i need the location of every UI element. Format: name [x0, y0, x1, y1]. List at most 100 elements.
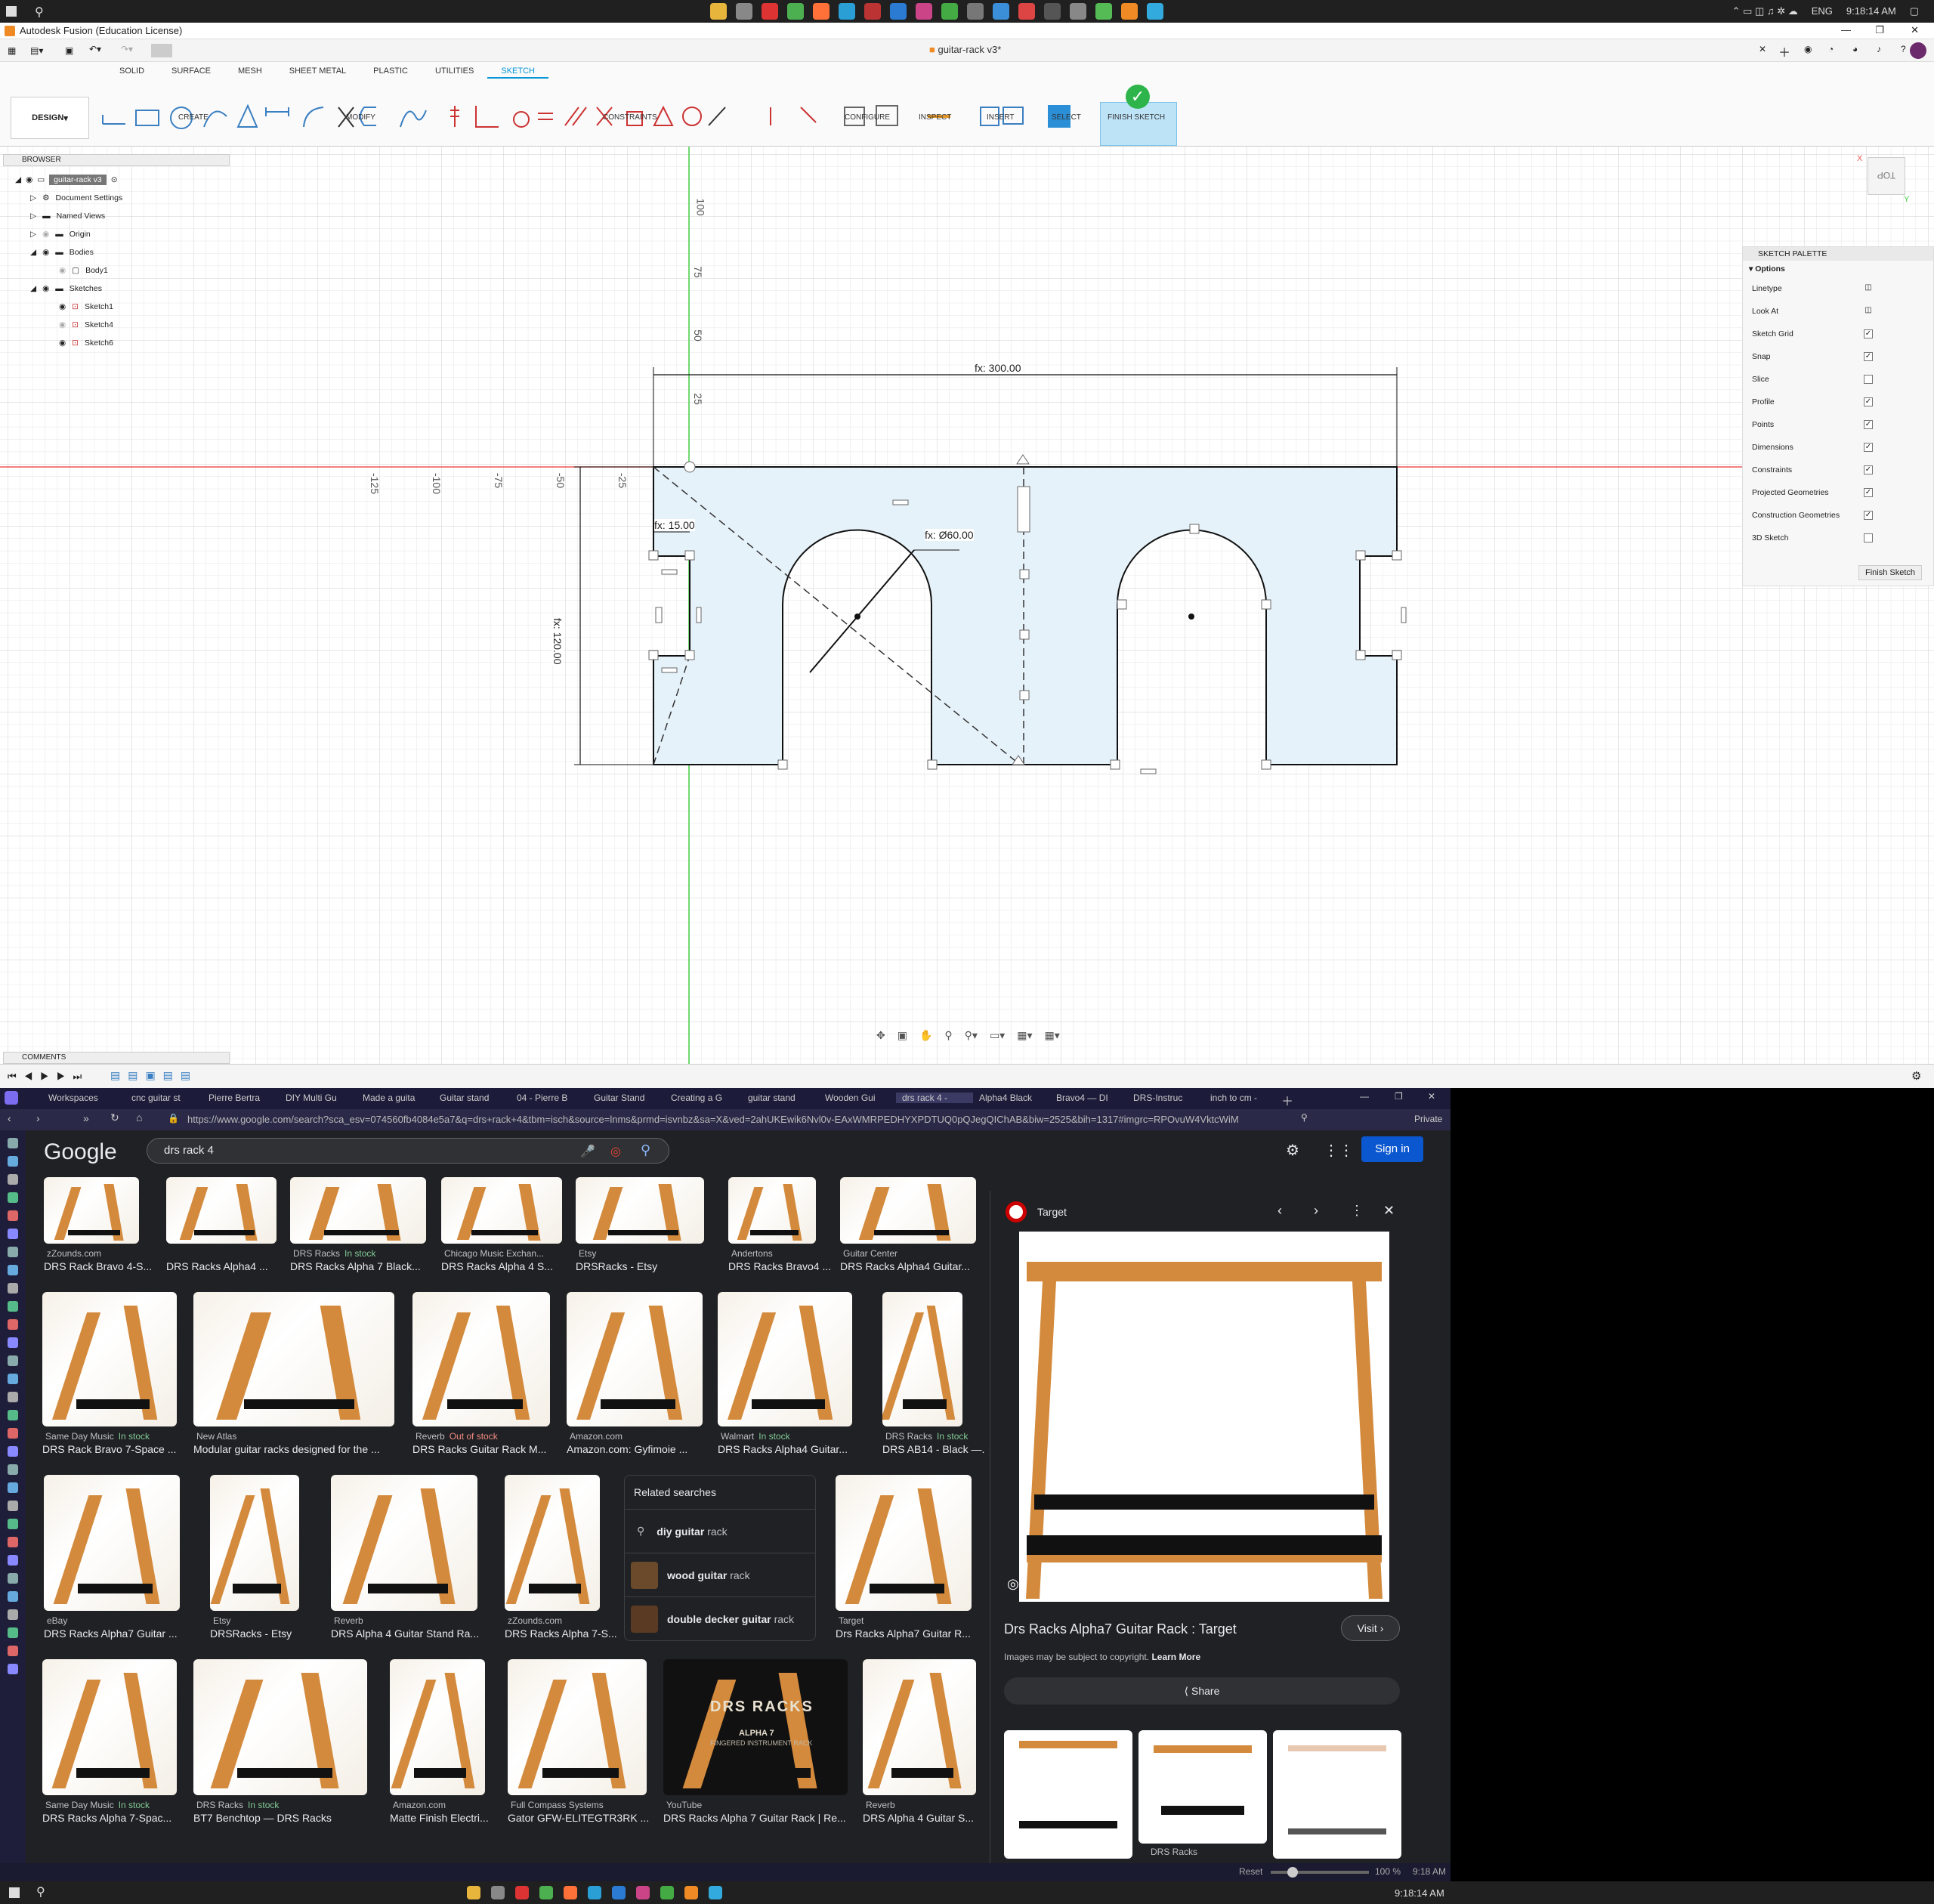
option-checkbox[interactable] — [1864, 533, 1873, 542]
result-caption[interactable]: DRS Alpha 4 Guitar Stand Ra... — [331, 1627, 500, 1640]
app-icon[interactable] — [941, 3, 958, 20]
fusion-icon[interactable] — [1121, 3, 1138, 20]
palette-option-row[interactable]: Slice — [1743, 368, 1933, 391]
browser-tab[interactable]: Bravo4 — DI — [1050, 1093, 1127, 1103]
eye-icon[interactable]: ◉ — [59, 320, 66, 329]
pan-icon[interactable]: ✋ — [919, 1029, 932, 1042]
palette-option-row[interactable]: Snap ✓ — [1743, 345, 1933, 368]
result-source[interactable]: New Atlas — [196, 1431, 236, 1442]
result-caption[interactable]: Modular guitar racks designed for the ..… — [193, 1443, 417, 1455]
result-caption[interactable]: DRS Racks Alpha 4 S... — [441, 1260, 585, 1272]
edge-icon[interactable] — [588, 1886, 601, 1899]
arc-center-point-2[interactable] — [1188, 614, 1194, 620]
palette-option-row[interactable]: Profile ✓ — [1743, 391, 1933, 413]
palette-options-header[interactable]: ▾ Options — [1743, 261, 1933, 277]
sign-in-button[interactable]: Sign in — [1361, 1136, 1423, 1162]
language-indicator[interactable]: ENG — [1812, 5, 1833, 17]
result-source[interactable]: Same Day Music In stock — [45, 1800, 150, 1810]
image-result-thumb[interactable] — [567, 1292, 703, 1426]
option-checkbox[interactable]: ✓ — [1864, 352, 1873, 361]
close-button[interactable]: ✕ — [1911, 24, 1919, 36]
tree-item-document-settings[interactable]: ▷ ⚙ Document Settings — [15, 189, 212, 207]
next-icon[interactable]: › — [1314, 1203, 1318, 1219]
vscode-icon[interactable] — [890, 3, 907, 20]
learn-more-link[interactable]: Learn More — [1151, 1652, 1200, 1662]
expand-icon[interactable]: ▷ — [30, 230, 36, 239]
app-icon[interactable] — [864, 3, 881, 20]
result-caption[interactable]: BT7 Benchtop — DRS Racks — [193, 1812, 390, 1824]
grid-menu-icon[interactable]: ▦ — [8, 45, 16, 56]
orbit-icon[interactable]: ✥ — [876, 1029, 885, 1042]
result-caption[interactable]: Drs Racks Alpha7 Guitar R... — [836, 1627, 990, 1640]
result-source[interactable]: YouTube — [666, 1800, 702, 1810]
result-source[interactable]: Reverb — [866, 1800, 895, 1810]
bell-icon[interactable]: ♪ — [1877, 44, 1881, 54]
app-icon[interactable] — [736, 3, 752, 20]
result-source[interactable]: Same Day Music In stock — [45, 1431, 150, 1442]
result-caption[interactable]: DRS Racks Bravo4 ... — [728, 1260, 839, 1272]
configure-group-label[interactable]: CONFIGURE — [845, 113, 890, 122]
image-result-thumb[interactable] — [44, 1177, 139, 1244]
result-source[interactable]: Full Compass Systems — [511, 1800, 604, 1810]
windows-icon[interactable] — [6, 6, 17, 17]
option-icon[interactable]: ◫ — [1864, 284, 1873, 293]
eye-icon[interactable]: ◉ — [26, 175, 32, 184]
result-source[interactable]: DRS Racks In stock — [293, 1248, 375, 1259]
redo-icon[interactable]: ↷▾ — [121, 44, 133, 54]
palette-option-row[interactable]: Dimensions ✓ — [1743, 436, 1933, 459]
offset-dimension[interactable]: fx: 15.00 — [654, 519, 695, 531]
explorer-icon[interactable] — [710, 3, 727, 20]
image-result-thumb[interactable] — [576, 1177, 704, 1244]
related-item[interactable]: double decker guitar rack — [625, 1596, 815, 1640]
option-checkbox[interactable]: ✓ — [1864, 329, 1873, 338]
image-result-thumb[interactable] — [728, 1177, 816, 1244]
option-checkbox[interactable]: ✓ — [1864, 465, 1873, 474]
insert-group-label[interactable]: INSERT — [987, 113, 1015, 122]
image-result-thumb[interactable] — [863, 1659, 976, 1795]
option-checkbox[interactable]: ✓ — [1864, 443, 1873, 452]
curve-tool-icon[interactable] — [400, 110, 427, 128]
expand-icon[interactable]: ◢ — [30, 248, 36, 257]
close-tab-icon[interactable]: ✕ — [1759, 44, 1766, 54]
result-caption[interactable]: DRS Racks Alpha4 Guitar... — [718, 1443, 875, 1455]
apps-grid-icon[interactable]: ⋮⋮ — [1324, 1141, 1354, 1160]
result-source[interactable]: Target — [839, 1615, 864, 1626]
result-caption[interactable]: Gator GFW-ELITEGTR3RK ... — [508, 1812, 669, 1824]
result-source[interactable]: Amazon.com — [393, 1800, 446, 1810]
search-icon[interactable]: ⚲ — [35, 5, 44, 20]
timeline-settings-icon[interactable]: ⚙ — [1911, 1069, 1921, 1083]
browser-panel-header[interactable]: BROWSER — [3, 154, 230, 166]
option-checkbox[interactable]: ✓ — [1864, 397, 1873, 406]
result-caption[interactable]: DRSRacks - Etsy — [210, 1627, 322, 1640]
tree-item-origin[interactable]: ▷ ◉ ▬ Origin — [15, 225, 212, 243]
palette-option-row[interactable]: Projected Geometries ✓ — [1743, 481, 1933, 504]
app-icon[interactable] — [491, 1886, 505, 1899]
app-icon[interactable] — [1070, 3, 1086, 20]
option-icon[interactable]: ◫ — [1864, 307, 1873, 316]
image-result-thumb[interactable] — [290, 1177, 426, 1244]
new-tab-icon[interactable]: ＋ — [1778, 42, 1790, 60]
vivaldi-icon[interactable] — [762, 3, 778, 20]
palette-option-row[interactable]: Sketch Grid ✓ — [1743, 323, 1933, 345]
result-caption[interactable]: Amazon.com: Gyfimoie ... — [567, 1443, 725, 1455]
image-result-thumb[interactable] — [44, 1475, 180, 1611]
look-at-icon[interactable]: ▣ — [897, 1029, 907, 1042]
tab-utilities[interactable]: UTILITIES — [422, 65, 487, 79]
new-tab-button[interactable]: ＋ — [1281, 1091, 1293, 1109]
extensions-icon[interactable]: ◉ — [1804, 44, 1812, 54]
result-caption[interactable]: DRS Racks Guitar Rack M... — [412, 1443, 573, 1455]
more-icon[interactable]: ⋮ — [1350, 1203, 1364, 1219]
modify-group-label[interactable]: MODIFY — [346, 113, 375, 122]
browser-tab[interactable]: inch to cm - — [1204, 1093, 1281, 1103]
result-caption[interactable]: DRS Racks Alpha7 Guitar ... — [44, 1627, 202, 1640]
height-dimension[interactable]: fx: 120.00 — [551, 618, 564, 665]
app-icon[interactable] — [1095, 3, 1112, 20]
image-result-thumb[interactable] — [836, 1475, 972, 1611]
result-caption[interactable]: DRS Racks Alpha4 ... — [166, 1260, 299, 1272]
select-group-label[interactable]: SELECT — [1052, 113, 1081, 122]
palette-header[interactable]: SKETCH PALETTE — [1743, 247, 1933, 261]
app-icon[interactable] — [916, 3, 932, 20]
comments-panel[interactable]: COMMENTS — [3, 1052, 230, 1064]
save-icon[interactable]: ▣ — [65, 45, 73, 56]
close-icon[interactable]: ✕ — [1383, 1203, 1395, 1219]
